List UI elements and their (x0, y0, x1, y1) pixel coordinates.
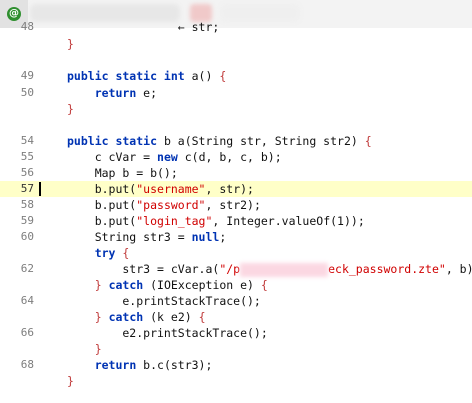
code-text: public static b a(String str, String str… (67, 134, 372, 148)
code-line: 49 public static int a() { (0, 68, 472, 84)
code-text: try { (94, 246, 130, 260)
code-text: return b.c(str3); (94, 358, 213, 372)
code-text: } (94, 342, 102, 356)
line-number: 56 (20, 166, 34, 179)
line-number: 64 (20, 294, 34, 307)
redacted-text (240, 262, 329, 277)
code-text: } (67, 102, 74, 116)
code-line: 66 e2.printStackTrace(); (0, 325, 472, 341)
line-number: 66 (20, 326, 34, 339)
code-text: public static int a() { (67, 69, 227, 83)
line-number: 49 (20, 69, 34, 82)
line-number: 60 (20, 230, 34, 243)
line-number: 62 (20, 262, 34, 275)
code-text: return e; (94, 86, 158, 100)
code-line: 56 Map b = b(); (0, 165, 472, 181)
code-text: } (67, 37, 74, 51)
line-number: 48 (20, 20, 34, 33)
code-line: } (0, 36, 472, 52)
line-number: 50 (20, 86, 34, 99)
code-line-current: 57 b.put("username", str); (0, 181, 472, 197)
line-number: 58 (20, 198, 34, 211)
line-number: 57 (20, 182, 34, 195)
line-number: 54 (20, 134, 34, 147)
code-line: } (0, 101, 472, 117)
code-text: } catch (IOException e) { (94, 278, 268, 292)
line-number: 55 (20, 150, 34, 163)
code-line: } (0, 341, 472, 357)
code-text: Map b = b(); (67, 166, 178, 180)
code-line: 58 b.put("password", str2); (0, 197, 472, 213)
code-line: } catch (IOException e) { (0, 277, 472, 293)
code-line: 54 public static b a(String str, String … (0, 133, 472, 149)
text-caret (39, 182, 41, 196)
code-line: 68 return b.c(str3); (0, 357, 472, 373)
line-number: 59 (20, 214, 34, 227)
code-text: ← str; (122, 20, 220, 34)
code-text: e2.printStackTrace(); (67, 326, 268, 340)
code-line: try { (0, 245, 472, 261)
code-text: b.put("password", str2); (67, 198, 261, 212)
code-text: String str3 = null; (67, 230, 227, 244)
code-text: e.printStackTrace(); (67, 294, 261, 308)
code-line: 64 e.printStackTrace(); (0, 293, 472, 309)
code-text: str3 = cVar.a("/peck_password.zte", b); (67, 262, 472, 277)
code-line: 55 c cVar = new c(d, b, c, b); (0, 149, 472, 165)
code-line: } (0, 373, 472, 389)
code-editor[interactable]: 48 ← str; } 49 public static int a() { 5… (0, 20, 472, 403)
line-number: 68 (20, 358, 34, 371)
code-text: b.put("username", str); (67, 182, 254, 196)
code-text: } (67, 374, 74, 388)
code-line: 59 b.put("login_tag", Integer.valueOf(1)… (0, 213, 472, 229)
code-line: 60 String str3 = null; (0, 229, 472, 245)
code-line: 50 return e; (0, 85, 472, 101)
code-text: b.put("login_tag", Integer.valueOf(1)); (67, 214, 365, 228)
code-text: c cVar = new c(d, b, c, b); (67, 150, 282, 164)
code-line: } catch (k e2) { (0, 309, 472, 325)
code-line: 62 str3 = cVar.a("/p eck_password.zte", b… (0, 261, 472, 277)
code-line: 48 ← str; (0, 19, 472, 35)
code-text: } catch (k e2) { (94, 310, 206, 324)
